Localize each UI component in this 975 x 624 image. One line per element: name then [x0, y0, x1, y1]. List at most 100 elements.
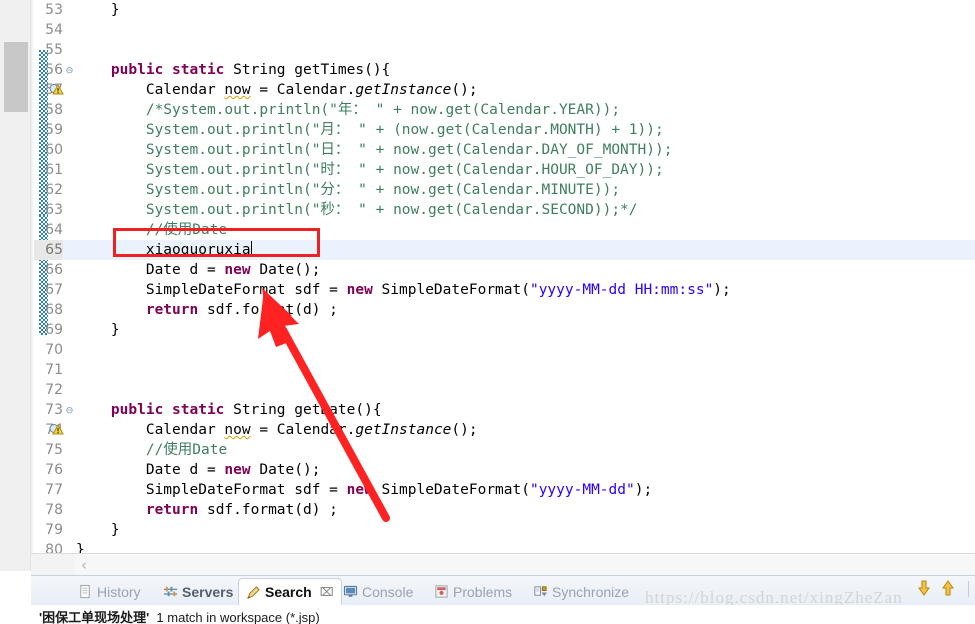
code-token: now	[224, 82, 251, 98]
code-line[interactable]: 76 Date d = new Date();	[31, 460, 975, 480]
code-text: SimpleDateFormat sdf = new SimpleDateFor…	[76, 280, 731, 300]
search-query-text: '困保工单现场处理'	[39, 610, 150, 624]
code-line[interactable]: 70	[31, 340, 975, 360]
line-number: 61	[45, 162, 63, 178]
code-token: System.out.println("日： " + now.get(Calen…	[76, 142, 673, 158]
tab-label: Console	[362, 583, 414, 600]
code-text: System.out.println("秒： " + now.get(Calen…	[76, 200, 638, 220]
code-token: new	[224, 462, 251, 478]
code-token: /*System.out.println("年： " + now.get(Cal…	[76, 102, 621, 118]
code-text: return sdf.format(d) ;	[76, 500, 338, 520]
tab-synchronize[interactable]: Synchronize	[526, 578, 636, 605]
code-lines[interactable]: 53 } 54 55 56 ⊖ public static String getTime…	[31, 0, 975, 553]
code-line[interactable]: 55	[31, 40, 975, 60]
code-line[interactable]: 58 /*System.out.println("年： " + now.get(…	[31, 100, 975, 120]
code-text: }	[76, 0, 120, 20]
code-token: Date();	[250, 262, 321, 278]
close-icon[interactable]: ⌧	[320, 585, 334, 599]
code-line[interactable]: 53 }	[31, 0, 975, 20]
code-line[interactable]: 61 System.out.println("时： " + now.get(Ca…	[31, 160, 975, 180]
code-line[interactable]: 78 return sdf.format(d) ;	[31, 500, 975, 520]
scroll-down-icon[interactable]	[916, 580, 932, 597]
code-line[interactable]: 63 System.out.println("秒： " + now.get(Ca…	[31, 200, 975, 220]
code-line[interactable]: 74 Calendar now = Calendar.getInstance()…	[31, 420, 975, 440]
code-line[interactable]: 71	[31, 360, 975, 380]
code-line[interactable]: 64 //使用Date	[31, 220, 975, 240]
line-number: 69	[45, 322, 63, 338]
code-text: public static String getDate(){	[76, 400, 382, 420]
code-line[interactable]: 66 Date d = new Date();	[31, 260, 975, 280]
search-result-status: '困保工单现场处理' 1 match in workspace (*.jsp)	[31, 605, 975, 624]
code-token: );	[713, 282, 731, 298]
code-token: System.out.println("秒： " + now.get(Calen…	[76, 202, 638, 218]
code-token: SimpleDateFormat sdf =	[76, 282, 347, 298]
code-token: SimpleDateFormat sdf =	[76, 482, 347, 498]
warning-marker-icon[interactable]	[49, 422, 64, 437]
code-line[interactable]: 67 SimpleDateFormat sdf = new SimpleDate…	[31, 280, 975, 300]
line-number: 66	[45, 262, 63, 278]
fold-collapse-icon[interactable]: ⊖	[63, 60, 76, 80]
vertical-scrollbar[interactable]	[0, 0, 31, 571]
tab-problems[interactable]: Problems	[427, 578, 519, 605]
horizontal-scrollbar[interactable]: ‹	[31, 553, 975, 575]
code-line[interactable]: 54	[31, 20, 975, 40]
code-text: }	[76, 540, 85, 553]
code-line[interactable]: 65 xiaoguoruxia	[31, 240, 975, 260]
code-line[interactable]: 69 }	[31, 320, 975, 340]
code-token: }	[76, 2, 120, 18]
code-token: }	[76, 542, 85, 553]
code-text: Date d = new Date();	[76, 260, 321, 280]
code-editor[interactable]: 53 } 54 55 56 ⊖ public static String getTime…	[31, 0, 975, 553]
code-line[interactable]: 68 return sdf.format(d) ;	[31, 300, 975, 320]
editor-left-edge	[31, 0, 34, 575]
scroll-left-chevron-icon[interactable]: ‹	[81, 556, 87, 574]
problems-icon	[434, 584, 449, 599]
tab-history[interactable]: History	[71, 578, 148, 605]
code-line[interactable]: 80}	[31, 540, 975, 553]
code-token: System.out.println("时： " + now.get(Calen…	[76, 162, 664, 178]
code-token: now	[224, 422, 251, 438]
code-token: );	[634, 482, 653, 498]
code-line[interactable]: 72	[31, 380, 975, 400]
code-line[interactable]: 79 }	[31, 520, 975, 540]
line-number: 78	[45, 502, 63, 518]
code-token: "yyyy-MM-dd"	[529, 482, 635, 498]
horizontal-scrollbar-track[interactable]	[75, 554, 975, 575]
fold-collapse-icon[interactable]: ⊖	[63, 400, 76, 420]
line-number: 63	[45, 202, 63, 218]
code-token: Date();	[250, 462, 321, 478]
code-token: = Calendar.	[250, 82, 356, 98]
warning-marker-icon[interactable]	[49, 82, 64, 97]
code-line[interactable]: 59 System.out.println("月： " + (now.get(C…	[31, 120, 975, 140]
code-line[interactable]: 56 ⊖ public static String getTimes(){	[31, 60, 975, 80]
line-number: 70	[45, 342, 63, 358]
code-token: xiaoguoruxia	[145, 242, 251, 258]
tab-label: Problems	[453, 583, 513, 600]
code-line[interactable]: 73 ⊖ public static String getDate(){	[31, 400, 975, 420]
code-line[interactable]: 77 SimpleDateFormat sdf = new SimpleDate…	[31, 480, 975, 500]
tab-search[interactable]: Search ⌧	[238, 578, 342, 605]
code-token: = Calendar.	[250, 422, 356, 438]
code-line[interactable]: 75 //使用Date	[31, 440, 975, 460]
code-token: public static	[110, 62, 225, 78]
line-number: 67	[45, 282, 63, 298]
tab-console[interactable]: Console	[336, 578, 420, 605]
code-token: SimpleDateFormat(	[372, 282, 530, 298]
line-number: 73	[45, 402, 63, 418]
scroll-up-icon[interactable]	[940, 580, 956, 597]
line-number: 76	[45, 462, 63, 478]
code-token: ();	[451, 82, 478, 98]
vertical-scrollbar-thumb[interactable]	[4, 42, 28, 112]
tab-servers[interactable]: Servers	[156, 578, 240, 605]
code-token: Date d =	[76, 262, 225, 278]
code-text: public static String getTimes(){	[76, 60, 390, 80]
code-text: //使用Date	[76, 440, 227, 460]
code-text: //使用Date	[76, 220, 227, 240]
code-line[interactable]: 60 System.out.println("日： " + now.get(Ca…	[31, 140, 975, 160]
code-line[interactable]: 62 System.out.println("分： " + now.get(Ca…	[31, 180, 975, 200]
line-number: 68	[45, 302, 63, 318]
code-line[interactable]: 57 Calendar now = Calendar.getInstance()…	[31, 80, 975, 100]
line-number: 53	[45, 2, 63, 18]
code-token: System.out.println("月： " + (now.get(Cale…	[76, 122, 664, 138]
